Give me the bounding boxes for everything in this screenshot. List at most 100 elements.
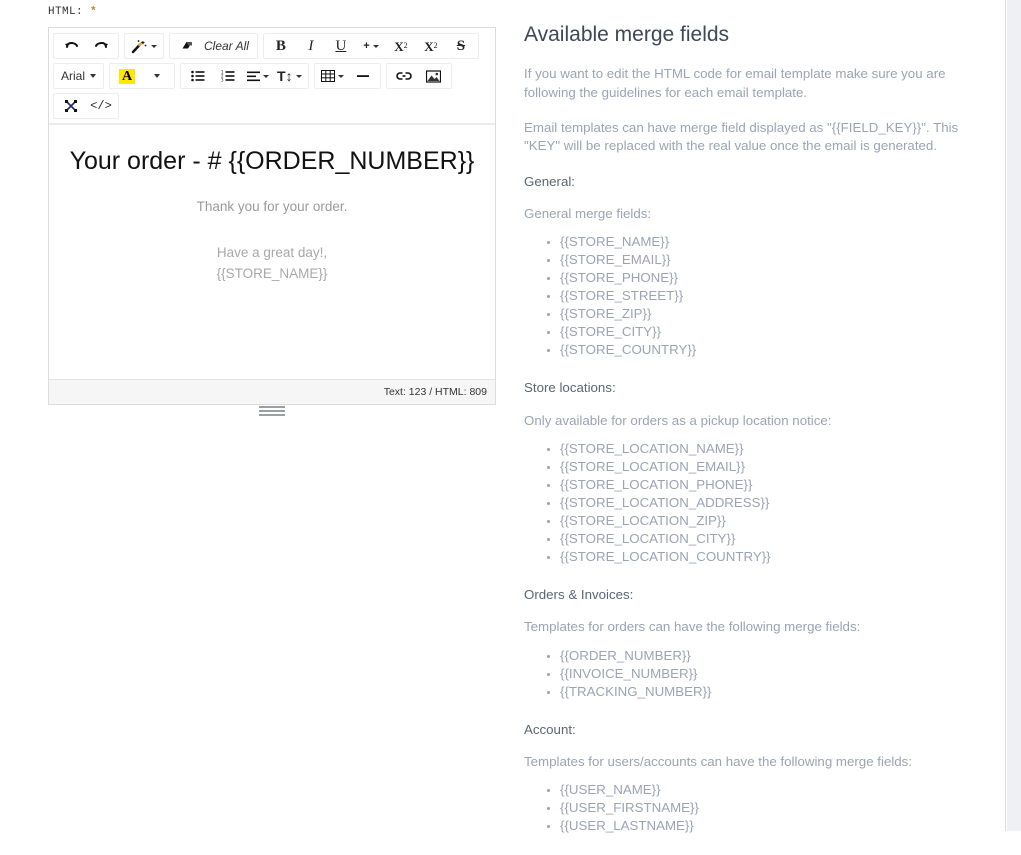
font-color-button[interactable]: A	[112, 65, 142, 87]
editor-toolbar: Clear All B I U + X2 X2 S Arial A 1 2 3 …	[49, 28, 495, 124]
list-item: {{STORE_LOCATION_ZIP}}	[560, 512, 964, 530]
email-signoff-line1: Have a great day!,	[216, 245, 328, 261]
section-note-account: Templates for users/accounts can have th…	[524, 753, 913, 769]
svg-text:3: 3	[221, 78, 224, 82]
toolbar-group-media	[385, 63, 452, 89]
merge-field-list-store-locations: {{STORE_LOCATION_NAME}} {{STORE_LOCATION…	[524, 440, 964, 566]
list-item: {{STORE_NAME}}	[560, 233, 964, 251]
html-field-wrapper: HTML: * Clear All B I U + X 2 X 2 S Aria…	[48, 6, 498, 419]
insert-link-icon[interactable]	[389, 65, 419, 87]
chevron-down-icon	[151, 44, 157, 48]
redo-icon[interactable]	[86, 35, 116, 57]
editor-status-bar: Text: 123 / HTML: 809	[49, 379, 495, 404]
strikethrough-button[interactable]: S	[446, 35, 476, 57]
list-item: {{STORE_STREET}}	[560, 287, 964, 305]
merge-field-list-orders-invoices: {{ORDER_NUMBER}} {{INVOICE_NUMBER}} {{TR…	[524, 647, 964, 701]
more-format-label: +	[363, 39, 370, 52]
insert-image-icon[interactable]	[419, 65, 449, 87]
undo-icon[interactable]	[56, 35, 86, 57]
insert-table-button[interactable]	[317, 65, 348, 87]
magic-wand-icon[interactable]	[127, 35, 161, 57]
list-item: {{STORE_LOCATION_CITY}}	[560, 530, 964, 548]
italic-button[interactable]: I	[296, 35, 326, 57]
page-canvas: HTML: * Clear All B I U + X 2 X 2 S Aria…	[0, 0, 1006, 833]
line-height-button[interactable]: T↕	[273, 65, 306, 87]
email-heading: Your order - # {{ORDER_NUMBER}}	[63, 145, 481, 177]
align-button[interactable]	[243, 65, 273, 87]
character-count: Text: 123 / HTML: 809	[383, 386, 487, 398]
merge-fields-panel: Available merge fields If you want to ed…	[524, 22, 964, 855]
panel-intro-2: Email templates can have merge field dis…	[524, 119, 959, 154]
toolbar-row-1: Clear All B I U + X2 X2 S	[53, 33, 491, 59]
list-item: {{STORE_LOCATION_COUNTRY}}	[560, 548, 964, 566]
list-item: {{STORE_PHONE}}	[560, 269, 964, 287]
more-format-button[interactable]: +	[356, 35, 386, 57]
section-heading-account: Account:	[524, 721, 576, 737]
toolbar-row-2: Arial A 1 2 3 T↕	[53, 63, 491, 89]
html-field-label-text: HTML:	[48, 6, 84, 18]
section-heading-general: General:	[524, 173, 575, 189]
toolbar-group-clear: Clear All	[169, 33, 258, 59]
page-title: Available merge fields	[524, 23, 730, 46]
font-color-dropdown[interactable]	[142, 65, 172, 87]
chevron-down-icon	[154, 74, 161, 78]
toolbar-group-font-color: A	[109, 63, 176, 89]
font-color-swatch: A	[118, 68, 136, 84]
list-item: {{STORE_LOCATION_ADDRESS}}	[560, 494, 964, 512]
right-scroll-rail[interactable]	[1007, 0, 1021, 831]
toolbar-group-history	[53, 33, 119, 59]
rich-text-editor[interactable]: Clear All B I U + X2 X2 S Arial A 1 2 3 …	[48, 27, 496, 405]
editor-resize-handle[interactable]	[48, 405, 496, 419]
merge-field-list-account: {{USER_NAME}} {{USER_FIRSTNAME}} {{USER_…	[524, 781, 964, 835]
chevron-down-icon	[372, 44, 379, 48]
list-item: {{STORE_EMAIL}}	[560, 251, 964, 269]
section-note-orders-invoices: Templates for orders can have the follow…	[524, 619, 861, 635]
toolbar-group-magic	[124, 33, 164, 59]
subscript-button[interactable]: X2	[416, 35, 446, 57]
list-item: {{STORE_CITY}}	[560, 323, 964, 341]
section-heading-store-locations: Store locations:	[524, 380, 616, 396]
horizontal-rule-button[interactable]	[348, 65, 378, 87]
required-marker: *	[90, 6, 98, 18]
list-item: {{USER_FIRSTNAME}}	[560, 799, 964, 817]
list-item: {{USER_NAME}}	[560, 781, 964, 799]
chevron-down-icon	[90, 74, 97, 78]
toolbar-group-view: </>	[53, 93, 119, 119]
list-item: {{STORE_LOCATION_NAME}}	[560, 440, 964, 458]
font-family-select[interactable]: Arial	[56, 65, 101, 87]
html-field-label: HTML: *	[48, 6, 498, 18]
list-item: {{STORE_LOCATION_EMAIL}}	[560, 458, 964, 476]
toolbar-group-insert	[313, 63, 381, 89]
clear-all-button[interactable]: Clear All	[202, 39, 255, 53]
font-family-value: Arial	[61, 69, 86, 83]
chevron-down-icon	[263, 74, 270, 78]
email-heading-line2: {{ORDER_NUMBER}}	[228, 147, 475, 175]
list-item: {{INVOICE_NUMBER}}	[560, 665, 964, 683]
merge-field-list-general: {{STORE_NAME}} {{STORE_EMAIL}} {{STORE_P…	[524, 233, 964, 359]
fullscreen-icon[interactable]	[56, 95, 86, 117]
email-body-paragraph: Thank you for your order.	[196, 199, 348, 214]
ordered-list-button[interactable]: 123	[213, 65, 243, 87]
editor-content-area[interactable]: Your order - # {{ORDER_NUMBER}} Thank yo…	[49, 124, 495, 379]
section-note-general: General merge fields:	[524, 205, 652, 221]
toolbar-row-3: </>	[53, 93, 491, 119]
code-view-button[interactable]: </>	[86, 95, 116, 117]
email-signoff-line2: {{STORE_NAME}}	[216, 265, 328, 281]
list-item: {{STORE_ZIP}}	[560, 305, 964, 323]
section-note-store-locations: Only available for orders as a pickup lo…	[524, 412, 832, 428]
resize-grip-icon	[259, 406, 285, 418]
eraser-icon[interactable]	[172, 35, 202, 57]
bold-button[interactable]: B	[266, 35, 296, 57]
email-signoff: Have a great day!, {{STORE_NAME}}	[63, 243, 481, 284]
list-item: {{STORE_LOCATION_PHONE}}	[560, 476, 964, 494]
chevron-down-icon	[337, 74, 344, 78]
toolbar-group-format: B I U + X2 X2 S	[262, 33, 479, 59]
panel-intro-1: If you want to edit the HTML code for em…	[524, 66, 946, 100]
unordered-list-button[interactable]	[183, 65, 213, 87]
underline-button[interactable]: U	[326, 35, 356, 57]
section-heading-orders-invoices: Orders & Invoices:	[524, 586, 634, 602]
line-height-label: T↕	[277, 68, 293, 84]
list-item: {{USER_LASTNAME}}	[560, 817, 964, 835]
email-heading-line1: Your order - #	[69, 147, 222, 175]
superscript-button[interactable]: X2	[386, 35, 416, 57]
